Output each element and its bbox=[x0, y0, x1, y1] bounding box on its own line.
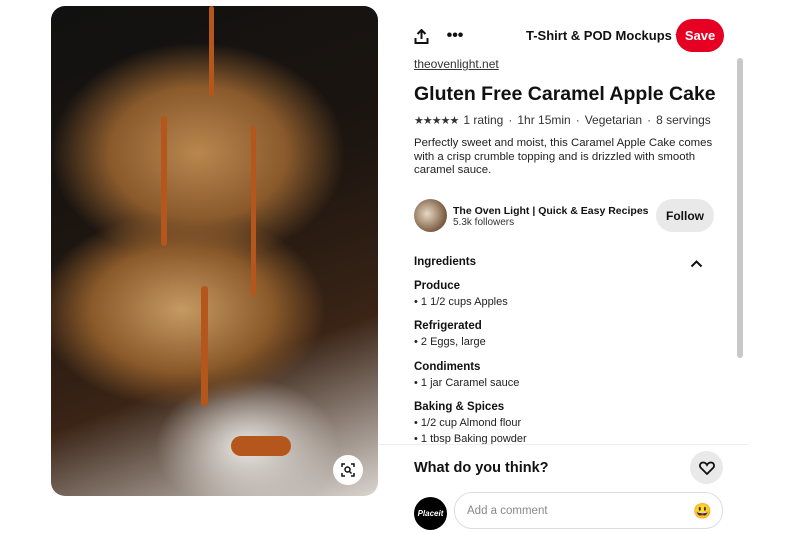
board-name: T-Shirt & POD Mockups bbox=[526, 28, 672, 43]
lens-icon bbox=[341, 463, 355, 477]
source-link[interactable]: theovenlight.net bbox=[414, 57, 499, 71]
follower-count: 5.3k followers bbox=[453, 217, 515, 228]
collapse-ingredients-button[interactable] bbox=[690, 255, 703, 273]
save-button[interactable]: Save bbox=[676, 19, 724, 52]
ingredient-section: Condiments bbox=[414, 361, 481, 373]
ingredient-item: • 2 Eggs, large bbox=[414, 336, 486, 348]
comment-prompt: What do you think? bbox=[414, 460, 549, 476]
pin-description: Perfectly sweet and moist, this Caramel … bbox=[414, 137, 713, 176]
follow-button[interactable]: Follow bbox=[656, 199, 714, 232]
more-options-button[interactable]: ••• bbox=[445, 27, 465, 45]
comment-input[interactable]: Add a comment 😃 bbox=[454, 492, 723, 529]
caramel-pool bbox=[231, 436, 291, 456]
caramel-drip bbox=[251, 126, 256, 296]
recipe-meta: ★★★★★ 1 rating · 1hr 15min · Vegetarian · 8… bbox=[414, 113, 711, 127]
caramel-drip bbox=[201, 286, 208, 406]
share-button[interactable] bbox=[412, 27, 430, 45]
chevron-up-icon bbox=[690, 260, 703, 268]
ingredients-heading: Ingredients bbox=[414, 256, 476, 268]
pin-image[interactable] bbox=[51, 6, 378, 496]
ingredient-item: • 1 1/2 cups Apples bbox=[414, 296, 508, 308]
creator-avatar[interactable] bbox=[414, 199, 447, 232]
visual-search-button[interactable] bbox=[333, 455, 363, 485]
comment-placeholder: Add a comment bbox=[467, 504, 548, 517]
cook-time: 1hr 15min bbox=[517, 113, 571, 127]
avatar-logo-text: Placeit bbox=[417, 509, 444, 518]
board-select[interactable]: T-Shirt & POD Mockups bbox=[526, 28, 685, 43]
rating-count: 1 rating bbox=[463, 113, 504, 127]
react-button[interactable] bbox=[690, 451, 723, 484]
servings: 8 servings bbox=[656, 113, 711, 127]
star-rating-icon: ★★★★★ bbox=[414, 114, 459, 127]
ingredient-section: Produce bbox=[414, 280, 461, 292]
caramel-drip bbox=[209, 6, 214, 96]
ingredient-item: • 1/2 cup Almond flour bbox=[414, 417, 522, 429]
ellipsis-icon: ••• bbox=[446, 27, 464, 44]
ingredient-section: Baking & Spices bbox=[414, 401, 505, 413]
emoji-icon[interactable]: 😃 bbox=[693, 502, 712, 520]
ingredient-section: Refrigerated bbox=[414, 320, 482, 332]
share-icon bbox=[414, 28, 428, 44]
scrollbar[interactable] bbox=[737, 58, 743, 358]
pin-title: Gluten Free Caramel Apple Cake bbox=[414, 83, 716, 105]
ingredient-item: • 1 jar Caramel sauce bbox=[414, 377, 520, 389]
diet-label: Vegetarian bbox=[584, 113, 643, 127]
user-avatar[interactable]: Placeit bbox=[414, 497, 447, 530]
creator-name[interactable]: The Oven Light | Quick & Easy Recipes bbox=[453, 205, 649, 217]
heart-icon bbox=[698, 461, 715, 475]
caramel-drip bbox=[161, 116, 167, 246]
